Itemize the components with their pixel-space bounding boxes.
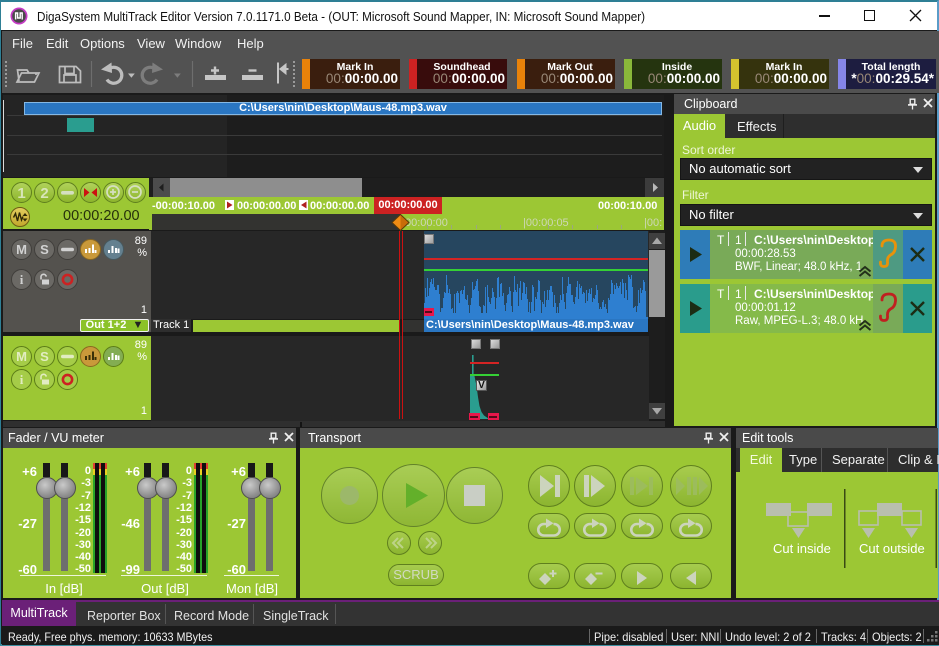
svg-text:M: M [16,349,27,364]
svg-text:2: 2 [40,185,48,202]
svg-text:1: 1 [17,185,25,202]
svg-text:i: i [20,272,24,287]
svg-text:S: S [40,349,49,364]
svg-text:M: M [16,242,27,257]
svg-text:i: i [20,372,24,387]
svg-text:S: S [40,242,49,257]
